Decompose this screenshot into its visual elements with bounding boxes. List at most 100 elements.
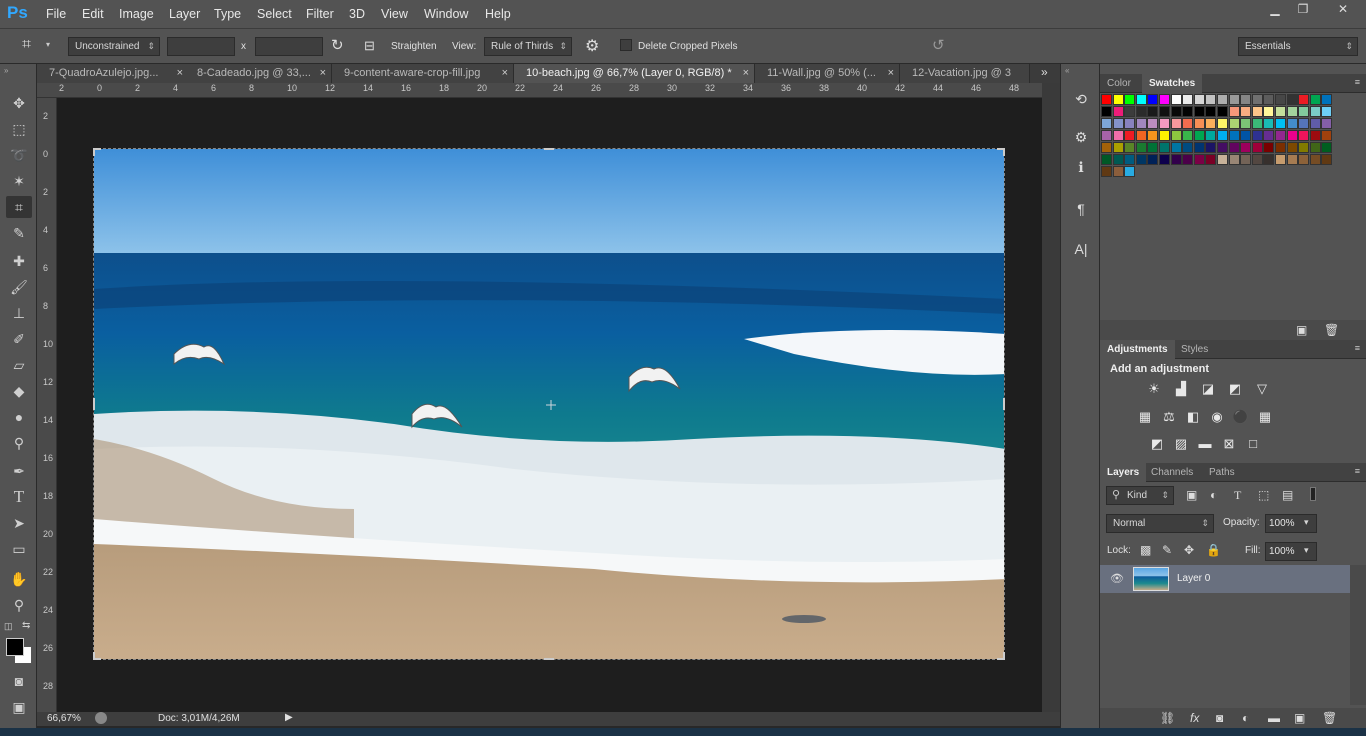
crop-handle-top[interactable] <box>544 148 554 151</box>
color-swatch[interactable] <box>1228 142 1240 153</box>
filter-smart-object-icon[interactable]: ▤ <box>1282 488 1293 502</box>
color-swatch[interactable] <box>1251 118 1263 129</box>
color-balance-icon[interactable]: ⚖ <box>1160 408 1178 426</box>
color-swatch[interactable] <box>1298 118 1310 129</box>
color-swatch[interactable] <box>1275 94 1286 105</box>
panel-menu-icon[interactable]: ≡ <box>1355 343 1360 353</box>
new-swatch-icon[interactable]: ▣ <box>1296 323 1307 337</box>
levels-icon[interactable]: ▟ <box>1172 380 1190 398</box>
color-swatch[interactable] <box>1170 94 1182 105</box>
fill-field[interactable]: 100% <box>1265 542 1317 561</box>
color-swatch[interactable] <box>1135 130 1147 141</box>
color-swatch[interactable] <box>1275 118 1286 129</box>
color-swatch[interactable] <box>1101 154 1112 165</box>
tab-cadeado[interactable]: 8-Cadeado.jpg @ 33,... × <box>185 64 332 83</box>
crop-handle-top-left[interactable] <box>93 148 101 156</box>
ratio-select[interactable]: Unconstrained <box>68 37 160 56</box>
color-swatch[interactable] <box>1309 130 1321 141</box>
color-swatch[interactable] <box>1135 154 1147 165</box>
tab-adjustments[interactable]: Adjustments <box>1100 340 1175 359</box>
type-tool-icon[interactable]: T <box>6 486 32 508</box>
workspace-select[interactable]: Essentials <box>1238 37 1358 56</box>
tab-quadroazulejo[interactable]: 7-QuadroAzulejo.jpg... × <box>37 64 189 83</box>
color-swatch[interactable] <box>1170 118 1182 129</box>
strip-expand-icon[interactable]: « <box>1065 66 1069 75</box>
color-swatch[interactable] <box>1286 106 1298 117</box>
swap-colors-icon[interactable]: ⇆ <box>22 620 30 631</box>
lock-all-icon[interactable]: 🔒 <box>1206 543 1221 557</box>
color-swatch[interactable] <box>1193 154 1205 165</box>
status-info-icon[interactable] <box>95 712 107 724</box>
color-swatch[interactable] <box>1159 130 1170 141</box>
color-swatch[interactable] <box>1112 142 1124 153</box>
tab-wall[interactable]: 11-Wall.jpg @ 50% (... × <box>755 64 900 83</box>
color-swatch[interactable] <box>1309 118 1321 129</box>
color-swatch[interactable] <box>1251 154 1263 165</box>
color-swatch[interactable] <box>1159 106 1170 117</box>
pen-tool-icon[interactable]: ✒ <box>6 460 32 482</box>
panel-menu-icon[interactable]: ≡ <box>1355 466 1360 476</box>
color-swatch[interactable] <box>1321 142 1333 153</box>
color-swatch[interactable] <box>1286 130 1298 141</box>
crop-handle-bottom-left[interactable] <box>93 652 101 660</box>
color-swatch[interactable] <box>1205 94 1217 105</box>
color-swatch[interactable] <box>1217 118 1228 129</box>
eye-icon[interactable]: 👁 <box>1110 572 1124 585</box>
minimize-button[interactable]: ▁ <box>1262 2 1288 18</box>
color-swatch[interactable] <box>1275 130 1286 141</box>
color-swatch[interactable] <box>1298 94 1310 105</box>
blur-tool-icon[interactable]: ● <box>6 406 32 428</box>
invert-icon[interactable]: ◩ <box>1148 435 1166 453</box>
history-icon[interactable]: ⟲ <box>1069 88 1093 110</box>
menu-view[interactable]: View <box>381 7 408 21</box>
menu-filter[interactable]: Filter <box>306 7 334 21</box>
color-swatch[interactable] <box>1205 118 1217 129</box>
menu-3d[interactable]: 3D <box>349 7 365 21</box>
color-swatch[interactable] <box>1101 142 1112 153</box>
color-swatch[interactable] <box>1135 142 1147 153</box>
color-swatch[interactable] <box>1286 142 1298 153</box>
hue-saturation-icon[interactable]: ▦ <box>1136 408 1154 426</box>
opacity-dropdown-icon[interactable]: ▾ <box>1304 517 1309 528</box>
add-mask-icon[interactable]: ◙ <box>1216 711 1223 725</box>
color-swatch[interactable] <box>1170 106 1182 117</box>
tab-channels[interactable]: Channels <box>1144 463 1200 482</box>
tab-close-button[interactable]: × <box>502 64 508 82</box>
color-swatch[interactable] <box>1217 154 1228 165</box>
tab-close-button[interactable]: × <box>743 64 749 82</box>
color-swatch[interactable] <box>1124 142 1136 153</box>
color-swatch[interactable] <box>1193 118 1205 129</box>
brightness-contrast-icon[interactable]: ☀ <box>1145 380 1163 398</box>
path-selection-tool-icon[interactable]: ➤ <box>6 512 32 534</box>
color-swatch[interactable] <box>1240 130 1252 141</box>
collapse-icon[interactable]: » <box>4 66 8 75</box>
color-swatch[interactable] <box>1147 94 1159 105</box>
color-swatch[interactable] <box>1251 94 1263 105</box>
color-swatch[interactable] <box>1205 142 1217 153</box>
color-swatch[interactable] <box>1286 94 1298 105</box>
delete-layer-icon[interactable]: 🗑 <box>1322 711 1337 725</box>
color-swatch[interactable] <box>1321 154 1333 165</box>
color-swatch[interactable] <box>1309 106 1321 117</box>
tab-content-aware[interactable]: 9-content-aware-crop-fill.jpg × <box>332 64 514 83</box>
color-swatch[interactable] <box>1170 154 1182 165</box>
color-swatch[interactable] <box>1217 106 1228 117</box>
curves-icon[interactable]: ◪ <box>1199 380 1217 398</box>
color-swatch[interactable] <box>1135 118 1147 129</box>
color-swatch[interactable] <box>1147 142 1159 153</box>
color-swatch[interactable] <box>1228 118 1240 129</box>
color-swatch[interactable] <box>1101 130 1112 141</box>
color-swatch[interactable] <box>1298 106 1310 117</box>
eraser-tool-icon[interactable]: ▱ <box>6 354 32 376</box>
color-swatch[interactable] <box>1263 130 1275 141</box>
color-swatch[interactable] <box>1240 94 1252 105</box>
color-swatch[interactable] <box>1240 118 1252 129</box>
filter-toggle[interactable] <box>1310 487 1316 501</box>
shape-tool-icon[interactable]: ▭ <box>6 538 32 560</box>
color-swatch[interactable] <box>1124 166 1136 177</box>
photo-filter-icon[interactable]: ◉ <box>1208 408 1226 426</box>
layer-name[interactable]: Layer 0 <box>1177 573 1210 584</box>
color-swatch[interactable] <box>1193 106 1205 117</box>
color-swatch[interactable] <box>1240 142 1252 153</box>
color-swatch[interactable] <box>1124 106 1136 117</box>
